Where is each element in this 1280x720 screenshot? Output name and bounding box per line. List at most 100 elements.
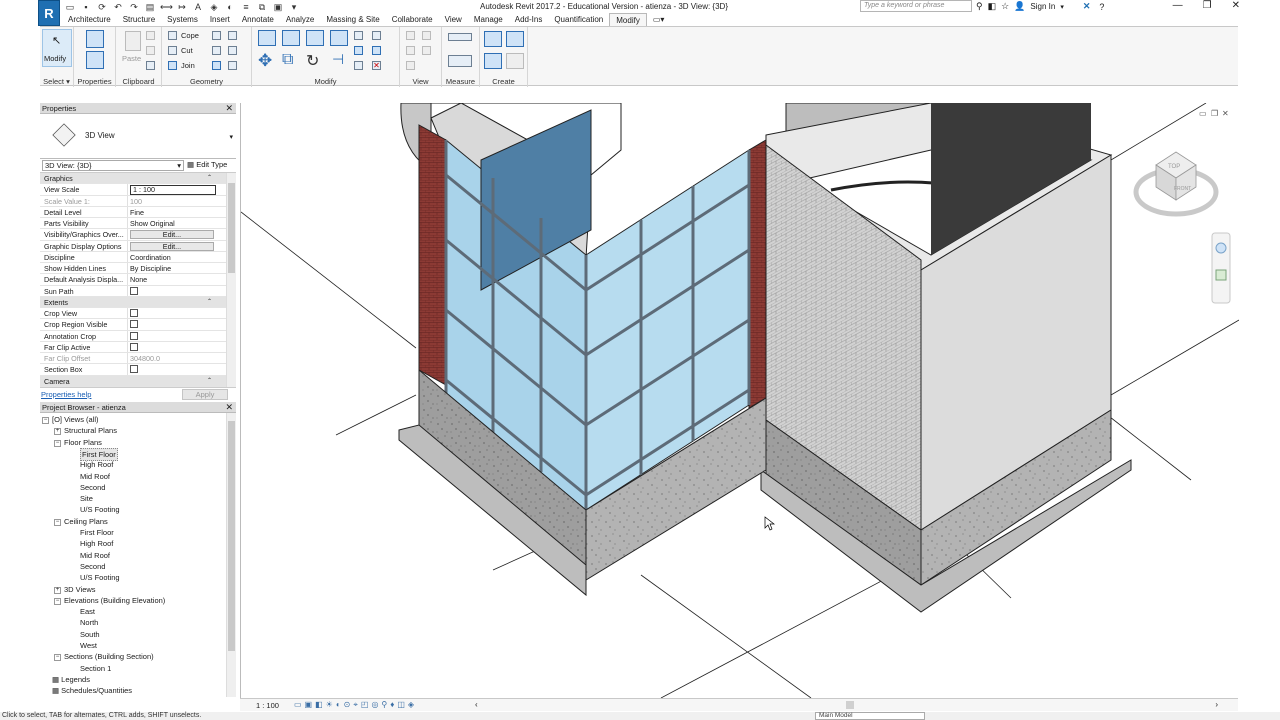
linework-icon[interactable] [406,46,415,55]
view-scale-field[interactable]: 1 : 100 [130,185,216,195]
favorites-icon[interactable]: ☆ [1001,1,1009,12]
type-properties-icon[interactable] [86,51,104,69]
property-section[interactable]: Extents ⌃ [40,296,226,308]
edit-button[interactable]: Edit... [130,241,214,251]
close-hidden-icon[interactable]: ⧉ [256,2,268,13]
property-checkbox[interactable] [130,309,138,317]
browser-view-item[interactable]: Mid Roof [80,471,110,482]
trim-extend-icon[interactable]: ⊣ [332,51,344,68]
restore-icon[interactable]: ❐ [1203,0,1212,11]
property-checkbox[interactable] [130,286,138,295]
modify-button[interactable]: ↖ Modify [42,29,72,67]
browser-folder[interactable]: +3D Views [54,584,96,595]
browser-view-item[interactable]: High Roof [80,459,113,470]
instance-selector[interactable]: 3D View: {3D} ▾ [42,160,184,171]
copy-clip-icon[interactable] [146,46,155,55]
match-properties-icon[interactable] [146,61,155,70]
property-section[interactable]: Graphics ⌃ [40,173,226,185]
collapse-icon[interactable]: − [54,439,61,447]
browser-view-item[interactable]: West [80,640,97,651]
collapse-icon[interactable]: − [54,654,61,662]
property-checkbox[interactable] [130,365,138,374]
3d-model-drawing[interactable]: TOP FRONT ▭ ❐ ✕ [240,102,1240,699]
measure-distance-icon[interactable] [448,33,472,41]
measure-icon[interactable]: ⟷ [160,2,173,13]
zoom-icon[interactable] [1215,269,1227,281]
help-search-input[interactable]: Type a keyword or phrase [860,0,972,12]
tab-massing-site[interactable]: Massing & Site [320,13,385,26]
browser-folder[interactable]: − Floor Plans [54,437,102,448]
create-group-icon[interactable] [484,53,502,69]
property-value[interactable]: 1 : 100 [128,184,226,195]
steering-wheel-icon[interactable] [1215,242,1227,254]
cope-icon[interactable] [168,31,177,40]
property-value[interactable]: By Discipline [128,263,226,273]
browser-view-item[interactable]: Site [80,493,93,504]
active-model-selector[interactable]: Main Model [815,712,925,720]
chevron-down-icon[interactable]: ▾ [1060,3,1064,11]
property-value[interactable] [128,308,226,318]
array-icon[interactable] [354,46,363,55]
mirror-draw-icon[interactable] [330,30,348,46]
copy-icon[interactable]: ⧉ [282,51,293,69]
move-icon[interactable]: ✥ [258,51,272,71]
browser-view-item[interactable]: South [80,629,100,640]
browser-folder[interactable]: − Ceiling Plans [54,516,108,527]
property-value[interactable]: Coordination [128,252,226,262]
view-minimize-icon[interactable]: ▭ [1199,109,1207,118]
paint-icon[interactable] [228,46,237,55]
tab-analyze[interactable]: Analyze [280,13,320,26]
open-icon[interactable]: ▭ [64,2,76,13]
horizontal-scroll-thumb[interactable] [846,701,854,709]
3d-viewport[interactable]: TOP FRONT ▭ ❐ ✕ [240,102,1240,699]
browser-view-item[interactable]: East [80,606,95,617]
override-icon[interactable] [422,31,431,40]
collapse-icon[interactable]: ⌃ [207,376,212,387]
properties-scrollbar[interactable] [226,173,236,387]
property-value[interactable] [128,331,226,341]
tab-insert[interactable]: Insert [204,13,236,26]
thin-lines-icon[interactable]: ≡ [240,2,252,12]
property-value[interactable] [128,364,226,374]
expand-icon[interactable]: + [54,586,61,594]
rotate-icon[interactable]: ↻ [306,51,319,71]
property-value[interactable]: Show Original [128,218,226,228]
expand-icon[interactable]: + [54,428,61,436]
browser-view-item[interactable]: Second [80,482,105,493]
browser-view-item[interactable]: Section 1 [80,663,111,674]
browser-view-item[interactable]: First Floor [80,527,114,538]
property-section[interactable]: Camera ⌃ [40,375,226,387]
split-gap-icon[interactable] [372,31,381,40]
collapse-icon[interactable]: ⌃ [207,297,212,308]
cope-button[interactable]: Cope [181,31,199,40]
edit-button[interactable]: Edit... [130,230,214,240]
browser-view-item[interactable]: U/S Footing [80,504,120,515]
view-tools-icons[interactable]: ▭▣◧☀◐⊙⌖◰◎⚲♦◫◈ [294,700,417,710]
apply-button[interactable]: Apply [182,389,228,400]
wall-joins-icon[interactable] [212,31,221,40]
pin-icon[interactable] [354,61,363,70]
delete-icon[interactable]: ✕ [372,61,381,70]
browser-folder[interactable]: ▦ Legends [42,674,90,685]
redo-icon[interactable]: ↷ [128,2,140,13]
cut-geometry-icon[interactable] [168,46,177,55]
dimension-icon[interactable]: ↦ [176,2,188,13]
browser-folder[interactable]: + Structural Plans [54,425,117,436]
chevron-down-icon[interactable]: ▾ [229,133,233,141]
3d-view-icon[interactable]: ◈ [208,2,220,13]
property-value[interactable] [128,319,226,329]
tab-architecture[interactable]: Architecture [62,13,117,26]
property-value[interactable]: Edit... [128,241,226,251]
mirror-axis-icon[interactable] [306,30,324,46]
scroll-right-icon[interactable]: › [1215,700,1218,709]
contextual-tab-toggle-icon[interactable]: ▭▾ [647,13,671,26]
close-icon[interactable]: ✕ [225,402,233,413]
print-icon[interactable]: ▤ [144,2,156,13]
properties-help-link[interactable]: Properties help [41,390,91,399]
collapse-icon[interactable]: − [54,597,61,605]
offset-icon[interactable] [282,30,300,46]
scale-icon[interactable] [372,46,381,55]
tab-collaborate[interactable]: Collaborate [386,13,439,26]
property-value[interactable] [128,286,226,296]
view-restore-icon[interactable]: ❐ [1211,109,1218,118]
